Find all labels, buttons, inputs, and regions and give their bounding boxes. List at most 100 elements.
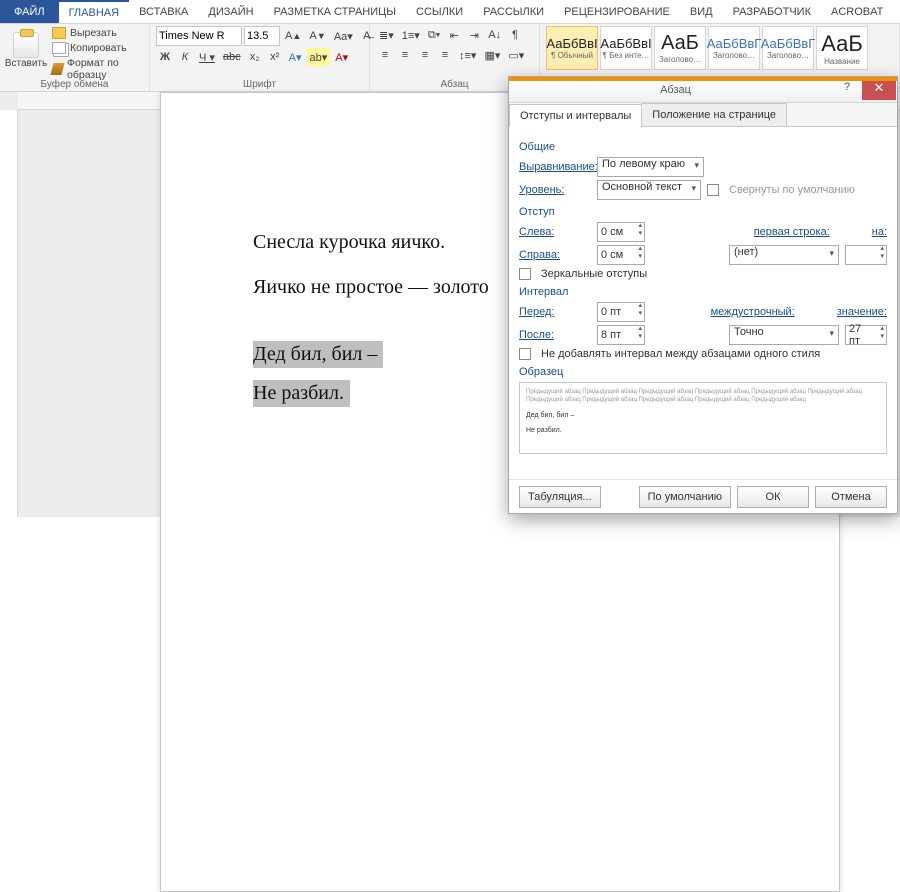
help-button[interactable]: ? bbox=[836, 81, 858, 99]
sort-button[interactable]: A↓ bbox=[485, 26, 504, 44]
outline-level-combo[interactable]: Основной текст bbox=[597, 180, 701, 200]
cut-button[interactable]: Вырезать bbox=[50, 26, 143, 40]
style-normal-label: ¶ Обычный bbox=[551, 51, 593, 60]
style-heading3[interactable]: АаБбВвГЗаголово… bbox=[762, 26, 814, 70]
tab-home[interactable]: ГЛАВНАЯ bbox=[59, 0, 129, 23]
tab-design[interactable]: ДИЗАЙН bbox=[198, 0, 263, 23]
ruler-vertical[interactable] bbox=[0, 110, 18, 517]
line-spacing-value-spin[interactable]: 27 пт bbox=[845, 325, 887, 345]
copy-button[interactable]: Копировать bbox=[50, 41, 143, 55]
tab-view[interactable]: ВИД bbox=[680, 0, 723, 23]
line-spacing-button[interactable]: ↕≡▾ bbox=[456, 46, 479, 64]
tab-developer[interactable]: РАЗРАБОТЧИК bbox=[723, 0, 821, 23]
style-h2-label: Заголово… bbox=[713, 51, 755, 60]
tab-acrobat[interactable]: ACROBAT bbox=[821, 0, 893, 23]
paragraph-dialog: Абзац ? ✕ Отступы и интервалы Положение … bbox=[508, 76, 898, 514]
tab-review[interactable]: РЕЦЕНЗИРОВАНИЕ bbox=[554, 0, 680, 23]
font-color-button[interactable]: A▾ bbox=[332, 48, 351, 66]
multilevel-button[interactable]: ⧉▾ bbox=[425, 26, 443, 44]
paste-button[interactable]: Вставить bbox=[6, 26, 46, 74]
text-effects-button[interactable]: A▾ bbox=[286, 48, 305, 66]
selected-text[interactable]: Не разбил. bbox=[253, 380, 350, 407]
style-nospacing[interactable]: АаБбВвІ¶ Без инте… bbox=[600, 26, 652, 70]
tab-indents[interactable]: Отступы и интервалы bbox=[509, 104, 642, 127]
highlight-button[interactable]: ab▾ bbox=[307, 48, 331, 66]
style-h2-sample: АаБбВвГ bbox=[707, 36, 762, 51]
grow-font-button[interactable]: A▲ bbox=[282, 27, 304, 45]
style-h1-sample: АаБ bbox=[661, 32, 699, 55]
subscript-button[interactable]: x₂ bbox=[246, 48, 264, 66]
alignment-combo[interactable]: По левому краю bbox=[597, 157, 704, 177]
indent-right-label: Справа: bbox=[519, 249, 591, 261]
style-title[interactable]: АаБНазвание bbox=[816, 26, 868, 70]
show-marks-button[interactable]: ¶ bbox=[506, 26, 524, 44]
align-right-button[interactable]: ≡ bbox=[416, 46, 434, 64]
align-center-button[interactable]: ≡ bbox=[396, 46, 414, 64]
line-spacing-combo[interactable]: Точно bbox=[729, 325, 839, 345]
style-heading1[interactable]: АаБЗаголово… bbox=[654, 26, 706, 70]
italic-button[interactable]: К bbox=[176, 48, 194, 66]
preview-lorem: Предыдущий абзац Предыдущий абзац Предыд… bbox=[526, 389, 880, 405]
ribbon-tabstrip: ФАЙЛ ГЛАВНАЯ ВСТАВКА ДИЗАЙН РАЗМЕТКА СТР… bbox=[0, 0, 900, 24]
mirror-indents-label: Зеркальные отступы bbox=[541, 268, 647, 280]
space-before-label: Перед: bbox=[519, 306, 591, 318]
space-after-label: После: bbox=[519, 329, 591, 341]
default-button[interactable]: По умолчанию bbox=[639, 486, 731, 508]
group-font: A▲ A▼ Aa▾ A̶ Ж К Ч ▾ abc x₂ x² A▾ ab▾ A▾… bbox=[150, 24, 370, 91]
indent-right-spin[interactable]: 0 см bbox=[597, 245, 645, 265]
preview-box: Предыдущий абзац Предыдущий абзац Предыд… bbox=[519, 382, 887, 454]
indent-dec-button[interactable]: ⇤ bbox=[445, 26, 463, 44]
change-case-button[interactable]: Aa▾ bbox=[331, 27, 356, 45]
tab-mailings[interactable]: РАССЫЛКИ bbox=[473, 0, 554, 23]
tab-layout[interactable]: РАЗМЕТКА СТРАНИЦЫ bbox=[264, 0, 406, 23]
indent-inc-button[interactable]: ⇥ bbox=[465, 26, 483, 44]
tabs-button[interactable]: Табуляция... bbox=[519, 486, 601, 508]
superscript-button[interactable]: x² bbox=[266, 48, 284, 66]
style-heading2[interactable]: АаБбВвГЗаголово… bbox=[708, 26, 760, 70]
tab-pagination[interactable]: Положение на странице bbox=[641, 103, 787, 126]
style-nospacing-label: ¶ Без инте… bbox=[603, 51, 650, 60]
tab-references[interactable]: ССЫЛКИ bbox=[406, 0, 473, 23]
dialog-title: Абзац bbox=[515, 84, 836, 96]
space-after-spin[interactable]: 8 пт bbox=[597, 325, 645, 345]
format-painter-label: Формат по образцу bbox=[67, 57, 141, 81]
underline-button[interactable]: Ч ▾ bbox=[196, 48, 218, 66]
mirror-indents-checkbox[interactable] bbox=[519, 268, 531, 280]
shrink-font-button[interactable]: A▼ bbox=[306, 27, 328, 45]
shading-button[interactable]: ▦▾ bbox=[481, 46, 503, 64]
font-name-combo[interactable] bbox=[156, 26, 242, 46]
collapse-checkbox[interactable] bbox=[707, 184, 719, 196]
borders-button[interactable]: ▭▾ bbox=[505, 46, 527, 64]
firstline-by-spin[interactable] bbox=[845, 245, 887, 265]
line-spacing-value-label: значение: bbox=[837, 306, 887, 318]
selected-text[interactable]: Дед бил, бил – bbox=[253, 341, 383, 368]
ok-button[interactable]: ОК bbox=[737, 486, 809, 508]
space-before-spin[interactable]: 0 пт bbox=[597, 302, 645, 322]
align-left-button[interactable]: ≡ bbox=[376, 46, 394, 64]
numbering-button[interactable]: 1≡▾ bbox=[399, 26, 423, 44]
dialog-titlebar[interactable]: Абзац ? ✕ bbox=[509, 77, 897, 103]
strike-button[interactable]: abc bbox=[220, 48, 244, 66]
firstline-combo[interactable]: (нет) bbox=[729, 245, 839, 265]
scissors-icon bbox=[52, 27, 66, 39]
font-size-combo[interactable] bbox=[244, 26, 280, 46]
indent-left-spin[interactable]: 0 см bbox=[597, 222, 645, 242]
collapse-label: Свернуты по умолчанию bbox=[729, 184, 855, 196]
style-h1-label: Заголово… bbox=[659, 55, 701, 64]
dialog-tabs: Отступы и интервалы Положение на страниц… bbox=[509, 103, 897, 127]
cancel-button[interactable]: Отмена bbox=[815, 486, 887, 508]
bullets-button[interactable]: ≣▾ bbox=[376, 26, 397, 44]
copy-label: Копировать bbox=[70, 42, 127, 54]
firstline-label: первая строка: bbox=[754, 226, 830, 238]
style-nospacing-sample: АаБбВвІ bbox=[600, 36, 651, 51]
style-normal-sample: АаБбВвІ bbox=[546, 36, 597, 51]
tab-insert[interactable]: ВСТАВКА bbox=[129, 0, 198, 23]
selected-text-line: Дед бил, бил – bbox=[253, 343, 377, 365]
tab-file[interactable]: ФАЙЛ bbox=[0, 0, 59, 23]
no-space-same-style-checkbox[interactable] bbox=[519, 348, 531, 360]
justify-button[interactable]: ≡ bbox=[436, 46, 454, 64]
bold-button[interactable]: Ж bbox=[156, 48, 174, 66]
indent-left-label: Слева: bbox=[519, 226, 591, 238]
style-normal[interactable]: АаБбВвІ¶ Обычный bbox=[546, 26, 598, 70]
brush-icon bbox=[50, 63, 64, 75]
